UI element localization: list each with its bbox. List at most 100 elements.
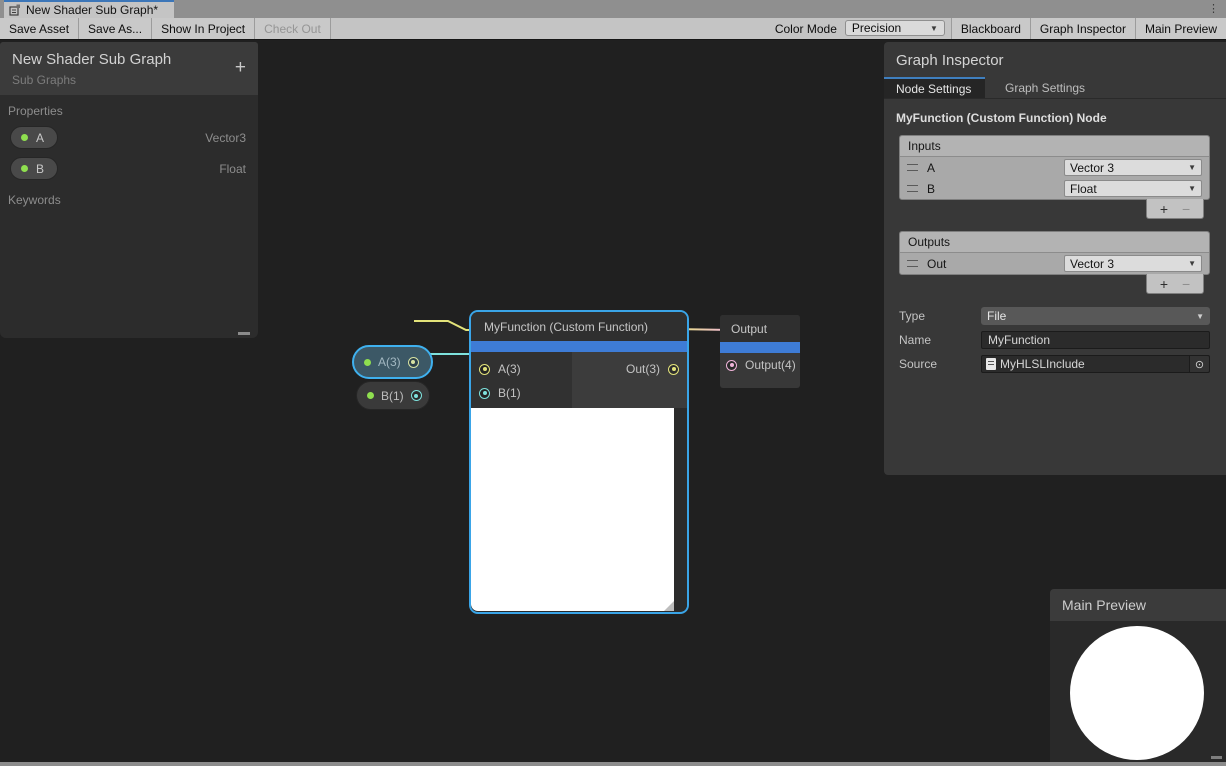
graph-inspector-toggle-button[interactable]: Graph Inspector	[1030, 18, 1135, 39]
property-name: A	[36, 131, 44, 145]
hlsl-file-icon	[986, 358, 996, 370]
add-input-button[interactable]: +	[1160, 201, 1168, 217]
add-output-button[interactable]: +	[1160, 276, 1168, 292]
output-out-type-dropdown[interactable]: Vector 3 ▼	[1064, 255, 1202, 272]
chevron-down-icon: ▼	[1196, 312, 1204, 321]
window-bottom-edge	[0, 762, 1226, 766]
property-a-output-port[interactable]	[408, 357, 419, 368]
type-label: Type	[899, 309, 981, 323]
blackboard-resize-handle[interactable]	[238, 332, 250, 335]
name-label: Name	[899, 333, 981, 347]
inspector-tabs: Node Settings Graph Settings	[884, 77, 1226, 99]
name-field-row: Name MyFunction	[884, 328, 1226, 352]
object-picker-icon[interactable]: ⊙	[1189, 356, 1209, 372]
shader-graph-asset-icon	[9, 4, 21, 16]
property-pill-a[interactable]: A	[10, 126, 58, 149]
precision-color-bar	[471, 341, 687, 352]
output-name: Out	[927, 257, 1064, 271]
myfunction-input-column: A(3) B(1)	[471, 352, 572, 408]
selected-node-heading: MyFunction (Custom Function) Node	[884, 99, 1226, 135]
myfunction-input-port-b[interactable]	[479, 388, 490, 399]
input-name: B	[927, 182, 1064, 196]
myfunction-preview-area	[471, 408, 687, 611]
save-as-button[interactable]: Save As...	[79, 18, 152, 39]
source-value: MyHLSLInclude	[1000, 357, 1189, 371]
input-name: A	[927, 161, 1064, 175]
preview-collapse-handle[interactable]	[664, 601, 674, 611]
output-out-type-value: Vector 3	[1070, 257, 1114, 271]
output-node-input-port[interactable]	[726, 360, 737, 371]
drag-handle-icon[interactable]	[907, 164, 918, 171]
toolbar: Save Asset Save As... Show In Project Ch…	[0, 18, 1226, 40]
window-menu-icon[interactable]: ⋮	[1208, 2, 1219, 16]
color-mode-label: Color Mode	[767, 18, 845, 39]
check-out-button: Check Out	[255, 18, 331, 39]
tab-shader-sub-graph[interactable]: New Shader Sub Graph*	[4, 0, 174, 18]
input-row-b[interactable]: B Float ▼	[900, 178, 1209, 199]
source-label: Source	[899, 357, 981, 371]
chevron-down-icon: ▼	[930, 24, 938, 33]
blackboard-panel[interactable]: New Shader Sub Graph Sub Graphs + Proper…	[0, 42, 258, 338]
blackboard-header: New Shader Sub Graph Sub Graphs +	[0, 42, 258, 95]
chevron-down-icon: ▼	[1188, 163, 1196, 172]
main-preview-toggle-button[interactable]: Main Preview	[1135, 18, 1226, 39]
graph-inspector-panel[interactable]: Graph Inspector Node Settings Graph Sett…	[884, 42, 1226, 475]
drag-handle-icon[interactable]	[907, 185, 918, 192]
inputs-list-title: Inputs	[900, 136, 1209, 157]
save-asset-button[interactable]: Save Asset	[0, 18, 79, 39]
output-row-out[interactable]: Out Vector 3 ▼	[900, 253, 1209, 274]
myfunction-input-port-a[interactable]	[479, 364, 490, 375]
tab-node-settings[interactable]: Node Settings	[884, 77, 985, 98]
window-tab-strip: New Shader Sub Graph* ⋮	[0, 0, 1226, 18]
exposed-dot-icon	[21, 165, 28, 172]
chevron-down-icon: ▼	[1188, 259, 1196, 268]
source-object-field[interactable]: MyHLSLInclude ⊙	[981, 355, 1210, 373]
input-b-type-dropdown[interactable]: Float ▼	[1064, 180, 1202, 197]
blackboard-toggle-button[interactable]: Blackboard	[951, 18, 1030, 39]
main-preview-title: Main Preview	[1050, 589, 1226, 621]
blackboard-property-row[interactable]: A Vector3	[0, 122, 258, 153]
output-node-title[interactable]: Output	[720, 315, 800, 342]
preview-sphere	[1070, 626, 1204, 760]
show-in-project-button[interactable]: Show In Project	[152, 18, 255, 39]
main-preview-resize-handle[interactable]	[1211, 756, 1222, 759]
input-a-type-dropdown[interactable]: Vector 3 ▼	[1064, 159, 1202, 176]
keywords-section-label: Keywords	[0, 184, 258, 211]
exposed-dot-icon	[364, 359, 371, 366]
property-b-output-port[interactable]	[411, 390, 422, 401]
main-preview-panel[interactable]: Main Preview	[1050, 589, 1226, 762]
input-row-a[interactable]: A Vector 3 ▼	[900, 157, 1209, 178]
graph-inspector-title: Graph Inspector	[884, 42, 1226, 77]
outputs-list: Outputs Out Vector 3 ▼	[899, 231, 1210, 275]
inputs-list: Inputs A Vector 3 ▼ B Float ▼	[899, 135, 1210, 200]
node-preview-image	[471, 408, 674, 611]
outputs-list-title: Outputs	[900, 232, 1209, 253]
properties-section-label: Properties	[0, 95, 258, 122]
blackboard-property-row[interactable]: B Float	[0, 153, 258, 184]
type-dropdown[interactable]: File ▼	[981, 307, 1210, 325]
tab-graph-settings[interactable]: Graph Settings	[985, 77, 1097, 98]
property-node-b[interactable]: B(1)	[356, 381, 430, 410]
myfunction-node[interactable]: MyFunction (Custom Function) A(3) B(1) O…	[471, 312, 687, 612]
output-node-input-label: Output(4)	[745, 358, 796, 372]
property-name: B	[36, 162, 44, 176]
color-mode-dropdown[interactable]: Precision ▼	[845, 20, 945, 36]
myfunction-output-port[interactable]	[668, 364, 679, 375]
function-name-input[interactable]: MyFunction	[981, 331, 1210, 349]
blackboard-title: New Shader Sub Graph	[12, 51, 246, 68]
myfunction-node-title[interactable]: MyFunction (Custom Function)	[471, 312, 687, 341]
property-type: Float	[219, 162, 246, 176]
inputs-list-footer: + −	[1146, 199, 1204, 219]
remove-input-button[interactable]: −	[1182, 201, 1190, 217]
remove-output-button[interactable]: −	[1182, 276, 1190, 292]
type-value: File	[987, 309, 1006, 323]
input-a-type-value: Vector 3	[1070, 161, 1114, 175]
property-node-a-label: A(3)	[378, 355, 401, 369]
output-node[interactable]: Output Output(4)	[720, 315, 800, 388]
drag-handle-icon[interactable]	[907, 260, 918, 267]
blackboard-subtitle: Sub Graphs	[12, 73, 246, 87]
chevron-down-icon: ▼	[1188, 184, 1196, 193]
property-pill-b[interactable]: B	[10, 157, 58, 180]
property-node-a[interactable]: A(3)	[352, 345, 433, 379]
add-property-button[interactable]: +	[235, 58, 246, 77]
